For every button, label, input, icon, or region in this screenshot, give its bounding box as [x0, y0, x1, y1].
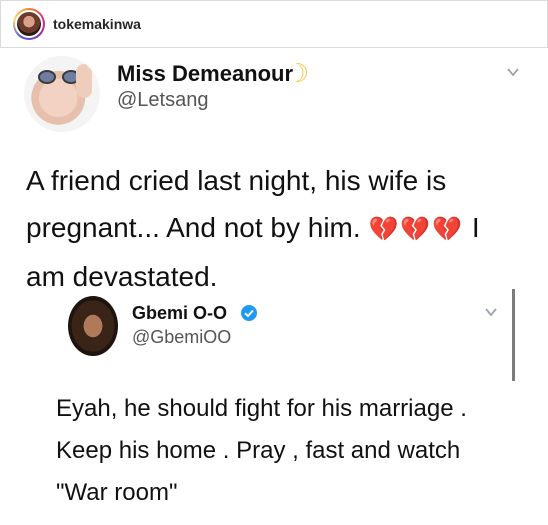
tweet-author-avatar[interactable] [24, 56, 100, 132]
profile-avatar[interactable] [13, 8, 45, 40]
tweet-author-name[interactable]: Miss Demeanour [117, 61, 293, 87]
scrollbar[interactable] [512, 289, 515, 381]
quoted-line-1: Eyah, he should fight for his marriage . [56, 395, 467, 422]
quoted-author-handle[interactable]: @GbemiOO [132, 327, 231, 348]
tweet-line-2: pregnant... And not by him. 💔💔💔 I [26, 212, 480, 243]
hand-graphic [76, 64, 92, 98]
quoted-author-name[interactable]: Gbemi O-O [132, 303, 227, 324]
crescent-icon: ☽ [286, 58, 310, 88]
tweet-body: A friend cried last night, his wife is p… [26, 157, 526, 300]
quoted-tweet-body: Eyah, he should fight for his marriage .… [56, 388, 516, 514]
chevron-down-icon[interactable] [484, 305, 498, 319]
instagram-header: tokemakinwa [0, 0, 548, 48]
tweet-author-handle[interactable]: @Letsang [117, 89, 208, 112]
avatar-photo [15, 10, 43, 38]
broken-heart-icon: 💔💔💔 [368, 216, 465, 243]
tweet-line-1: A friend cried last night, his wife is [26, 165, 447, 196]
tweet-line-3: am devastated. [26, 261, 218, 292]
quoted-line-2: Keep his home . Pray , fast and watch [56, 437, 461, 464]
instagram-username[interactable]: tokemakinwa [53, 16, 141, 32]
quoted-author-avatar[interactable] [68, 296, 118, 356]
chevron-down-icon[interactable] [506, 65, 520, 79]
quoted-line-3: "War room" [56, 479, 178, 506]
verified-badge-icon [241, 305, 257, 321]
